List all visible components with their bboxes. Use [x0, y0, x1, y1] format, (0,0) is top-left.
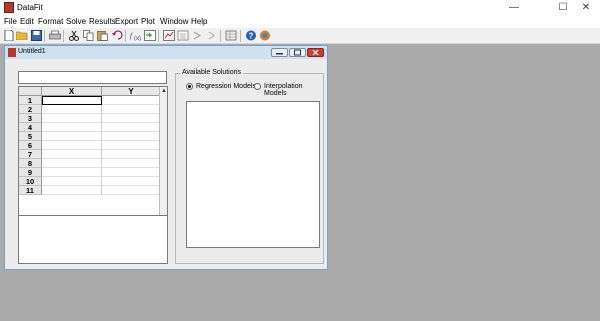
copy-icon[interactable] [82, 30, 94, 42]
next-icon[interactable] [205, 30, 217, 42]
grid-cell[interactable] [102, 123, 161, 132]
row-header[interactable]: 1 [19, 96, 42, 105]
grid-cell[interactable] [102, 141, 161, 150]
grid-cell[interactable] [102, 177, 161, 186]
active-cell[interactable] [42, 96, 102, 105]
save-icon[interactable] [30, 30, 42, 42]
menu-edit[interactable]: Edit [20, 17, 34, 26]
document-icon [8, 48, 16, 57]
row-header[interactable]: 10 [19, 177, 42, 186]
row-header[interactable]: 7 [19, 150, 42, 159]
grid-vertical-scrollbar[interactable]: ▲ ▼ [159, 87, 167, 236]
export-icon[interactable] [191, 30, 203, 42]
solve-icon[interactable] [144, 30, 156, 42]
grid-corner[interactable] [19, 87, 42, 96]
regression-models-label[interactable]: Regression Models [196, 83, 256, 90]
notes-textarea[interactable] [18, 215, 168, 264]
row-header[interactable]: 2 [19, 105, 42, 114]
available-solutions-title: Available Solutions [180, 69, 244, 76]
row-header[interactable]: 6 [19, 141, 42, 150]
open-folder-icon[interactable] [15, 30, 28, 42]
grid-cell[interactable] [102, 96, 161, 105]
available-solutions-group: Available Solutions Regression Models In… [175, 69, 324, 264]
document-maximize-button[interactable] [289, 48, 306, 57]
document-close-button[interactable] [307, 48, 324, 57]
grid-cell[interactable] [42, 168, 102, 177]
svg-text:(x): (x) [134, 36, 141, 41]
menu-results[interactable]: Results [89, 17, 116, 26]
grid-cell[interactable] [102, 150, 161, 159]
grid-cell[interactable] [42, 114, 102, 123]
menu-window[interactable]: Window [160, 17, 188, 26]
about-icon[interactable] [259, 30, 271, 42]
document-window: Untitled1 X Y 1 2 3 4 5 6 7 8 9 10 11 ▲ … [4, 45, 328, 270]
column-header-x[interactable]: X [42, 87, 102, 96]
document-title: Untitled1 [18, 48, 46, 55]
toolbar-separator [158, 30, 159, 42]
grid-cell[interactable] [42, 150, 102, 159]
grid-cell[interactable] [102, 159, 161, 168]
help-icon[interactable]: ? [245, 30, 257, 42]
svg-text:f: f [130, 32, 133, 40]
new-file-icon[interactable] [3, 29, 15, 42]
datafit-app-icon [4, 2, 14, 13]
column-header-y[interactable]: Y [102, 87, 161, 96]
toolbar: f (x) ? [0, 28, 600, 44]
row-header[interactable]: 5 [19, 132, 42, 141]
print-icon[interactable] [49, 30, 61, 42]
toolbar-separator [240, 30, 241, 42]
grid-cell[interactable] [102, 186, 161, 195]
menu-file[interactable]: File [4, 17, 17, 26]
menu-solve[interactable]: Solve [66, 17, 86, 26]
close-button[interactable]: ✕ [572, 0, 600, 16]
menu-help[interactable]: Help [191, 17, 207, 26]
document-minimize-button[interactable] [271, 48, 288, 57]
row-header[interactable]: 4 [19, 123, 42, 132]
menu-export[interactable]: Export [115, 17, 138, 26]
menu-plot[interactable]: Plot [141, 17, 155, 26]
menu-format[interactable]: Format [38, 17, 63, 26]
grid-cell[interactable] [42, 159, 102, 168]
minimize-button[interactable]: — [500, 0, 528, 16]
grid-cell[interactable] [42, 123, 102, 132]
toolbar-separator [63, 30, 64, 42]
formula-input[interactable] [18, 71, 167, 84]
menu-bar: File Edit Format Solve Results Export Pl… [0, 16, 600, 28]
cut-icon[interactable] [68, 30, 80, 42]
grid-cell[interactable] [42, 177, 102, 186]
regression-models-radio[interactable] [186, 83, 193, 90]
paste-icon[interactable] [96, 30, 108, 42]
toolbar-separator [125, 30, 126, 42]
grid-cell[interactable] [102, 168, 161, 177]
results-icon[interactable] [177, 30, 189, 42]
row-header[interactable]: 8 [19, 159, 42, 168]
app-titlebar: DataFit — ☐ ✕ [0, 0, 600, 16]
undo-icon[interactable] [111, 30, 123, 42]
solutions-list[interactable] [186, 101, 320, 248]
grid-cell[interactable] [42, 186, 102, 195]
document-titlebar: Untitled1 [5, 46, 327, 59]
toolbar-separator [44, 30, 45, 42]
grid-cell[interactable] [42, 132, 102, 141]
svg-text:?: ? [249, 32, 254, 41]
interpolation-models-radio[interactable] [254, 83, 261, 90]
row-header[interactable]: 11 [19, 186, 42, 195]
app-title: DataFit [17, 3, 43, 12]
sheet-icon[interactable] [225, 30, 237, 42]
row-header[interactable]: 9 [19, 168, 42, 177]
scroll-up-arrow-icon[interactable]: ▲ [160, 87, 167, 95]
grid-cell[interactable] [102, 114, 161, 123]
plot-icon[interactable] [163, 30, 175, 42]
grid-cell[interactable] [102, 105, 161, 114]
regression-icon[interactable]: f (x) [130, 30, 142, 42]
toolbar-separator [220, 30, 221, 42]
grid-cell[interactable] [102, 132, 161, 141]
grid-cell[interactable] [42, 105, 102, 114]
row-header[interactable]: 3 [19, 114, 42, 123]
grid-cell[interactable] [42, 141, 102, 150]
interpolation-models-label[interactable]: Interpolation Models [264, 83, 323, 97]
